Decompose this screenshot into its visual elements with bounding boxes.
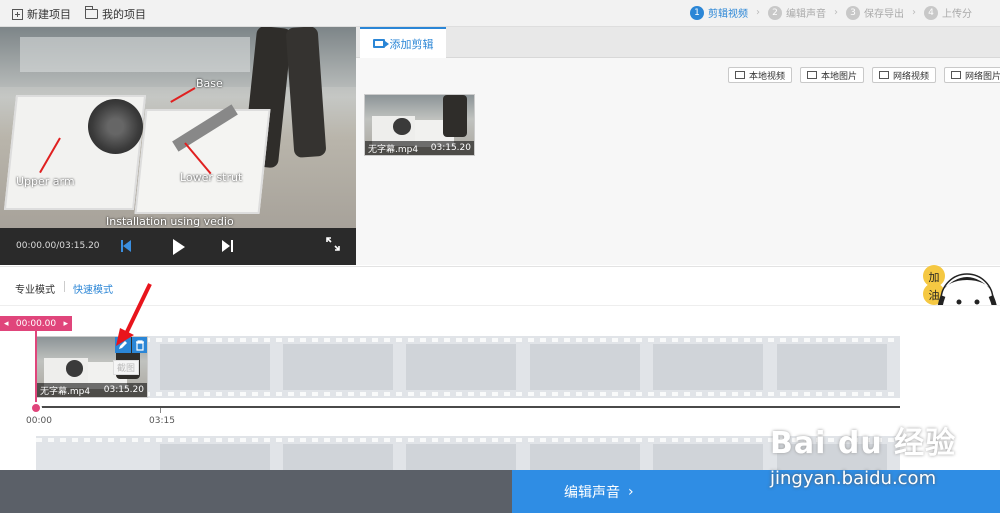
step-3[interactable]: 3 保存导出 — [846, 5, 904, 20]
skip-back-button[interactable] — [119, 237, 139, 257]
tab-add-clip[interactable]: 添加剪辑 — [360, 27, 446, 58]
web-image-icon — [951, 71, 962, 79]
media-panel: 添加剪辑 本地视频 本地图片 网络视频 网络图片 无字幕.mp4 03:15.2… — [356, 27, 1000, 265]
timeline-cursor-label[interactable]: ◂ 00:00.00 ▸ — [0, 316, 72, 331]
playhead-handle[interactable] — [30, 402, 42, 414]
clip-caption: 无字幕.mp4 03:15.20 — [365, 141, 474, 155]
chevron-right-icon: › — [628, 483, 634, 500]
step-1-label: 剪辑视频 — [708, 9, 748, 20]
next-button-label: 编辑声音 — [564, 484, 620, 501]
chevron-right-icon: › — [912, 7, 916, 18]
step-indicator: 1 剪辑视频 › 2 编辑声音 › 3 保存导出 › 4 上传分 — [690, 5, 980, 20]
web-video-icon — [879, 71, 890, 79]
step-3-number: 3 — [846, 5, 860, 20]
step-2-number: 2 — [768, 5, 782, 20]
tick-label-end: 03:15 — [149, 416, 175, 426]
web-image-button[interactable]: 网络图片 — [944, 67, 1000, 83]
video-file-icon — [735, 71, 745, 79]
chevron-right-icon: › — [756, 7, 760, 18]
image-file-icon — [807, 71, 818, 79]
local-image-button[interactable]: 本地图片 — [800, 67, 865, 83]
step-1-number: 1 — [690, 5, 704, 20]
web-video-button[interactable]: 网络视频 — [872, 67, 937, 83]
tab-add-clip-label: 添加剪辑 — [389, 37, 434, 51]
step-1[interactable]: 1 剪辑视频 — [690, 5, 748, 20]
playhead[interactable] — [35, 331, 37, 409]
video-preview: Base Upper arm Lower strut Installation … — [0, 27, 356, 265]
step-2[interactable]: 2 编辑声音 — [768, 5, 826, 20]
video-track[interactable] — [36, 336, 900, 398]
watermark-url: jingyan.baidu.com — [770, 468, 937, 489]
media-clip-card[interactable]: 无字幕.mp4 03:15.20 — [364, 94, 475, 156]
local-video-button[interactable]: 本地视频 — [728, 67, 793, 83]
video-camera-icon — [372, 39, 389, 48]
folder-icon — [85, 6, 98, 19]
timeline-ruler[interactable] — [36, 406, 900, 408]
play-button[interactable] — [168, 237, 188, 257]
watermark-brand: Bai du 经验 — [770, 426, 957, 461]
playback-time: 00:00.00/03:15.20 — [16, 241, 100, 251]
skip-forward-button[interactable] — [218, 237, 238, 257]
pro-mode-tab[interactable]: 专业模式 — [15, 281, 55, 296]
sticker-char-1: 加 — [929, 271, 940, 284]
source-buttons: 本地视频 本地图片 网络视频 网络图片 — [728, 67, 1000, 83]
sticker-char-2: 油 — [929, 288, 940, 302]
timeline-clip-caption: 无字幕.mp4 03:15.20 — [37, 383, 147, 397]
web-video-label: 网络视频 — [893, 71, 930, 82]
step-2-label: 编辑声音 — [786, 9, 826, 20]
my-projects-button[interactable]: 我的项目 — [85, 6, 146, 22]
fullscreen-button[interactable] — [326, 237, 346, 257]
overlay-label-base: Base — [196, 77, 223, 90]
top-bar: 新建项目 我的项目 1 剪辑视频 › 2 编辑声音 › 3 保存导出 › 4 上… — [0, 0, 1000, 27]
cursor-right-arrow-icon[interactable]: ▸ — [63, 319, 68, 329]
panel-tabs: 添加剪辑 — [356, 27, 1000, 58]
cursor-left-arrow-icon[interactable]: ◂ — [4, 319, 9, 329]
fast-mode-tab[interactable]: 快速模式 — [73, 281, 113, 296]
local-video-label: 本地视频 — [749, 71, 786, 82]
mode-divider — [64, 281, 65, 292]
overlay-caption: Installation using vedio — [106, 215, 234, 228]
play-icon — [173, 239, 185, 255]
overlay-label-lower-strut: Lower strut — [180, 171, 243, 184]
expand-icon — [326, 237, 340, 251]
overlay-label-upper-arm: Upper arm — [16, 175, 75, 188]
cursor-time: 00:00.00 — [15, 318, 57, 329]
annotation-arrow — [116, 283, 152, 346]
tick-label-start: 00:00 — [26, 416, 52, 426]
clip-hint-label: 截图 — [113, 360, 140, 375]
step-4-number: 4 — [924, 5, 938, 20]
timeline-clip-duration: 03:15.20 — [103, 385, 144, 395]
step-3-label: 保存导出 — [864, 9, 904, 20]
my-projects-label: 我的项目 — [102, 8, 146, 21]
new-project-button[interactable]: 新建项目 — [12, 6, 71, 22]
clip-filename: 无字幕.mp4 — [368, 144, 419, 155]
new-project-label: 新建项目 — [27, 8, 71, 21]
timeline-clip-filename: 无字幕.mp4 — [40, 386, 91, 397]
chevron-right-icon: › — [834, 7, 838, 18]
web-image-label: 网络图片 — [965, 71, 1000, 82]
local-image-label: 本地图片 — [821, 71, 858, 82]
step-4[interactable]: 4 上传分 — [924, 5, 972, 20]
clip-duration: 03:15.20 — [430, 143, 471, 153]
video-frame[interactable]: Base Upper arm Lower strut Installation … — [0, 27, 356, 228]
player-controls: 00:00.00/03:15.20 — [0, 228, 356, 265]
plus-square-icon — [12, 8, 23, 20]
step-4-label: 上传分 — [942, 9, 972, 20]
